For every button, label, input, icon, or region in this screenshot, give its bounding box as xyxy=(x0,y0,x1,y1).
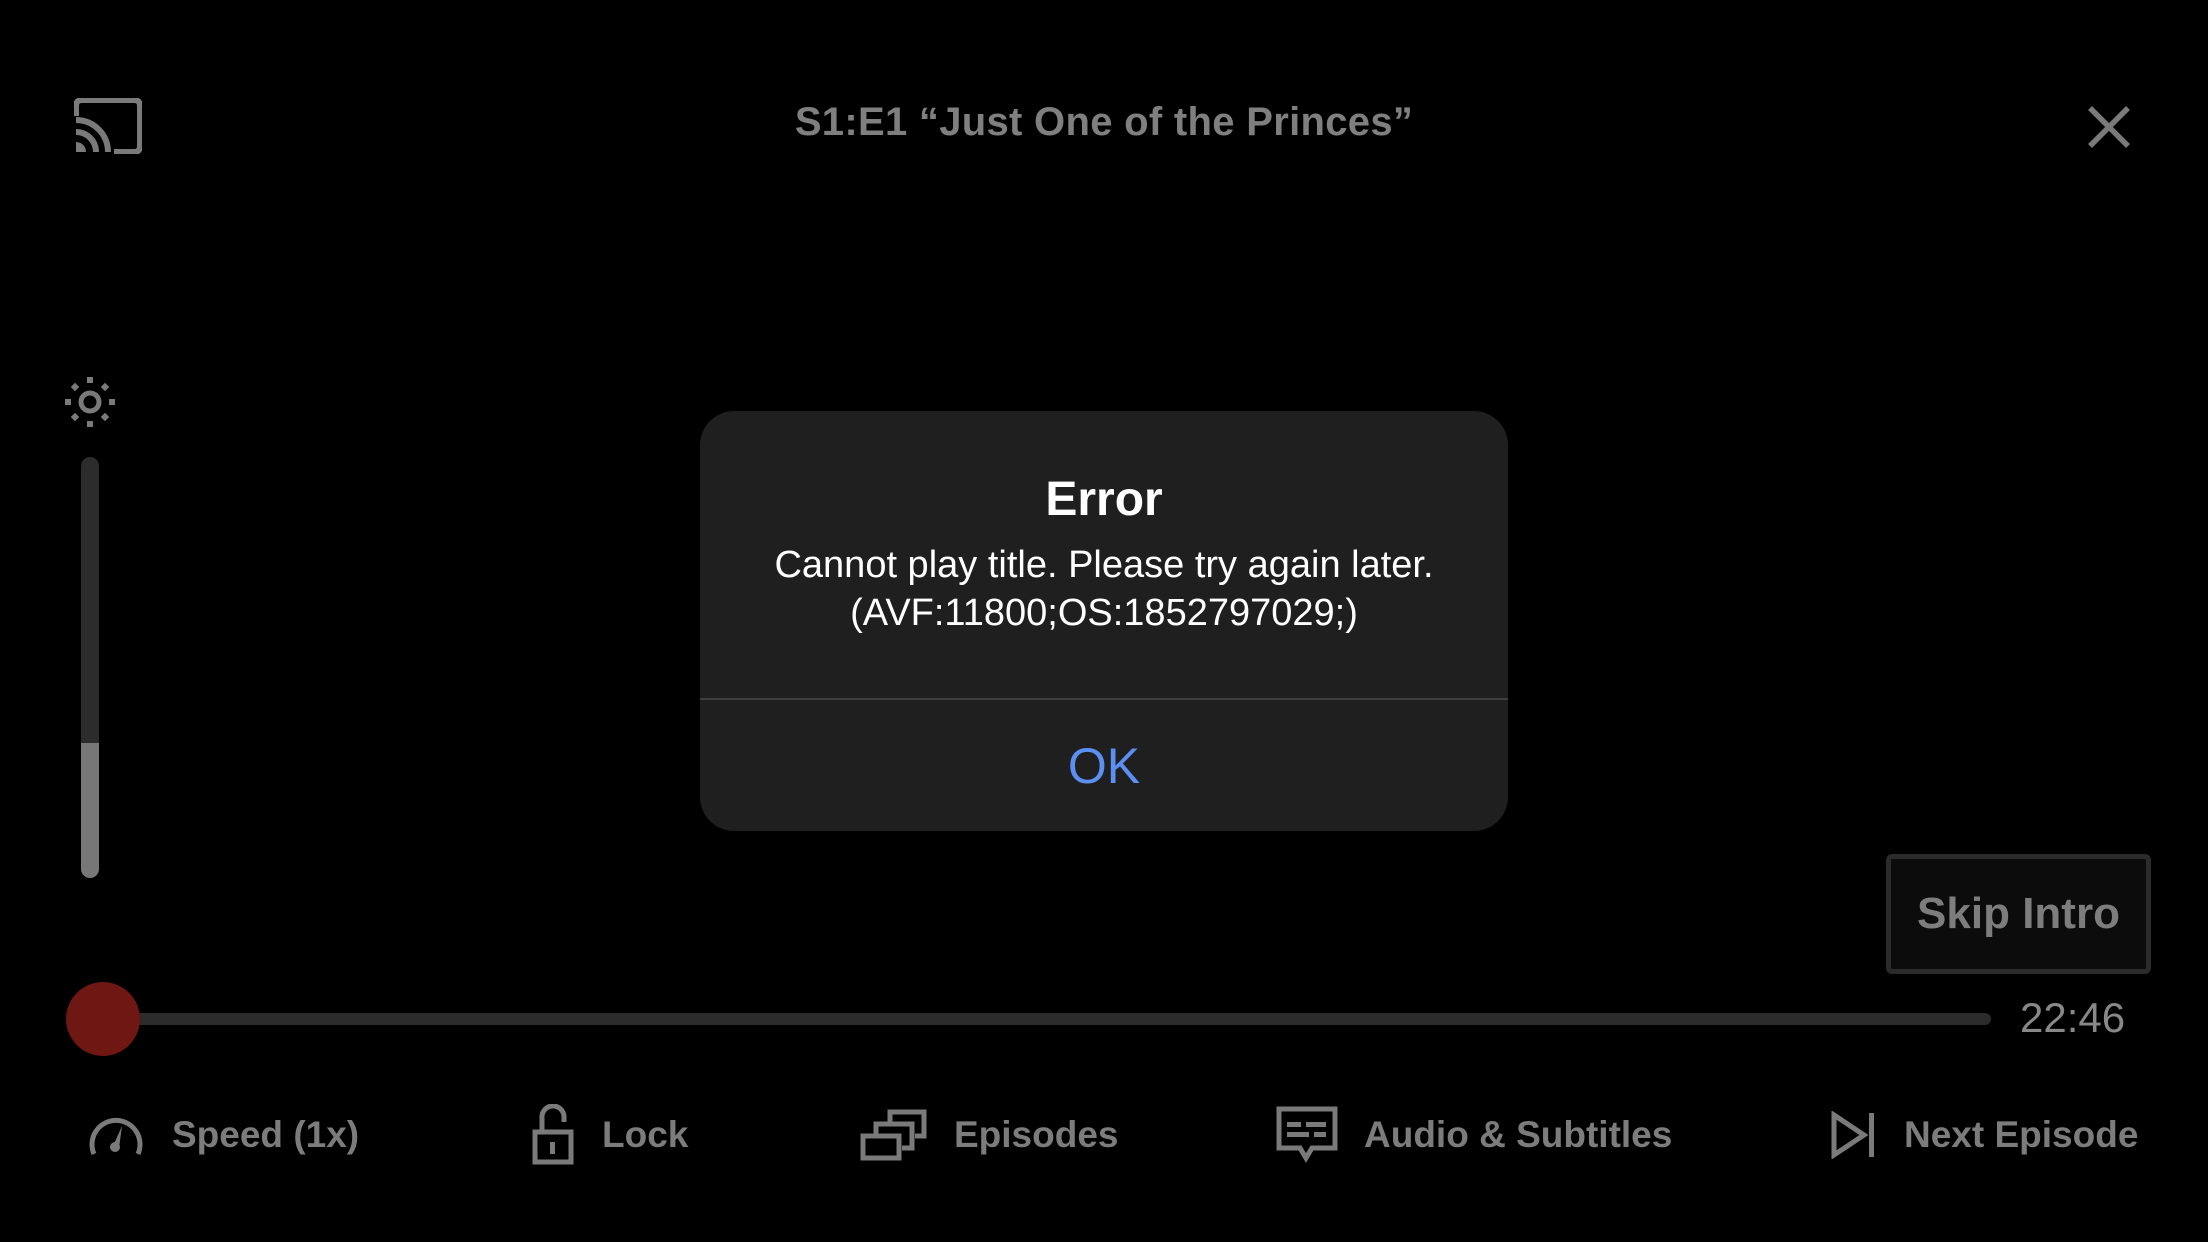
speedometer-icon xyxy=(89,1117,143,1155)
episodes-icon xyxy=(860,1109,927,1161)
skip-intro-button[interactable]: Skip Intro xyxy=(1886,854,2151,974)
audio-subtitles-label: Audio & Subtitles xyxy=(1364,1114,1673,1155)
lock-button[interactable]: Lock xyxy=(532,1104,689,1165)
next-episode-button[interactable]: Next Episode xyxy=(1830,1105,2138,1165)
progress-scrubber[interactable] xyxy=(66,982,140,1056)
dialog-error-code: (AVF:11800;OS:1852797029;) xyxy=(850,592,1358,634)
dialog-message-line: Cannot play title. Please try again late… xyxy=(774,544,1434,586)
audio-subtitles-button[interactable]: Audio & Subtitles xyxy=(1276,1105,1672,1165)
unlock-icon xyxy=(532,1104,574,1165)
next-episode-icon xyxy=(1831,1111,1874,1159)
dialog-title: Error xyxy=(1045,473,1163,526)
episodes-label: Episodes xyxy=(954,1114,1119,1155)
dialog-message: Cannot play title. Please try again late… xyxy=(700,541,1508,637)
close-icon xyxy=(2088,106,2130,148)
episode-title: S1:E1 “Just One of the Princes” xyxy=(794,100,1414,144)
speed-label: Speed (1x) xyxy=(172,1114,360,1155)
next-episode-label: Next Episode xyxy=(1904,1114,2139,1155)
brightness-slider-fill xyxy=(81,743,99,878)
speed-button[interactable]: Speed (1x) xyxy=(86,1105,359,1165)
progress-track[interactable] xyxy=(103,1013,1991,1025)
brightness-slider[interactable] xyxy=(81,457,99,878)
ok-button[interactable]: OK xyxy=(700,700,1508,831)
lock-label: Lock xyxy=(602,1114,689,1155)
close-button[interactable] xyxy=(2086,104,2132,150)
episodes-button[interactable]: Episodes xyxy=(860,1105,1119,1165)
brightness-sun-icon xyxy=(64,376,116,428)
remaining-time: 22:46 xyxy=(2020,994,2126,1041)
subtitles-icon xyxy=(1276,1106,1338,1163)
